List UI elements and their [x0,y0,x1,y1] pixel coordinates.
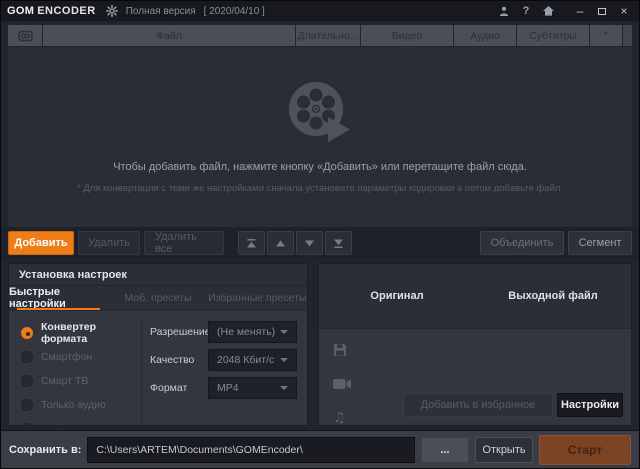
home-icon[interactable] [539,3,557,19]
radio-format-converter[interactable]: Конвертер формата [21,321,141,345]
version-label: Полная версия [126,6,196,17]
settings-tabs: Быстрые настройки Моб. пресеты Избранные… [9,286,307,311]
resolution-label: Разрешение [150,326,208,338]
user-icon[interactable] [495,3,513,19]
chevron-down-icon [280,386,288,390]
music-note-icon: ♫ [333,411,351,425]
app-logo: GOM [7,5,34,17]
move-down-icon[interactable] [296,231,323,255]
format-dropdown[interactable]: MP4 [208,377,297,399]
preview-panel: Оригинал Выходной файл [318,263,632,426]
column-header-audio[interactable]: Аудио [454,25,516,46]
format-label: Формат [150,382,208,394]
move-bottom-icon[interactable] [325,231,352,255]
help-icon[interactable]: ? [517,3,535,19]
titlebar: GOM ENCODER Полная версия [ 2020/04/10 ]… [1,1,639,21]
save-path-input[interactable] [87,437,415,463]
maximize-icon[interactable] [593,3,611,19]
minimize-icon[interactable]: – [571,3,589,19]
merge-button[interactable]: Объединить [480,231,564,255]
radio-smartphone[interactable]: Смартфон [21,345,141,369]
remove-all-button[interactable]: Удалить все [144,231,224,255]
preset-radio-group: Конвертер формата Смартфон Смарт ТВ Толь… [9,311,141,426]
add-button[interactable]: Добавить [8,231,74,255]
list-header-corner [623,25,632,46]
column-header-file[interactable]: Файл [43,25,295,46]
radio-selected-icon [21,327,33,339]
tab-favorite-presets[interactable]: Избранные пресеты [208,286,307,310]
select-all-icon[interactable] [8,25,42,46]
drop-hint-note: * Для конвертации с теми же настройками … [77,183,563,194]
settings-button[interactable]: Настройки [557,393,623,417]
app-logo-rest: ENCODER [37,5,96,17]
browse-button[interactable]: ... [421,437,469,463]
column-header-video[interactable]: Видео [361,25,453,46]
build-date: [ 2020/04/10 ] [204,6,265,17]
file-toolbar: Добавить Удалить Удалить все Объединить … [1,227,639,259]
gom-encoder-window: GOM ENCODER Полная версия [ 2020/04/10 ]… [0,0,640,469]
radio-icon [21,375,33,387]
quality-dropdown[interactable]: 2048 Кбит/с [208,349,297,371]
radio-smart-tv[interactable]: Смарт ТВ [21,369,141,393]
save-to-label: Сохранить в: [9,444,81,456]
radio-icon [21,351,33,363]
film-reel-icon [286,80,354,147]
column-header-star[interactable]: * [590,25,622,46]
tab-mobile-presets[interactable]: Моб. пресеты [108,286,207,310]
column-header-subtitles[interactable]: Субтитры [517,25,589,46]
close-icon[interactable]: × [615,3,633,19]
radio-web-video[interactable]: Веб видео [21,417,141,426]
radio-icon [21,423,33,426]
file-drop-area[interactable]: Чтобы добавить файл, нажмите кнопку «Доб… [8,47,632,227]
tab-quick-settings[interactable]: Быстрые настройки [9,286,108,310]
resolution-dropdown[interactable]: (Не менять) [208,321,297,343]
save-bar: Сохранить в: ... Открыть Старт [1,430,639,468]
video-camera-icon [333,377,351,391]
drop-hint-main: Чтобы добавить файл, нажмите кнопку «Доб… [113,161,527,173]
chevron-down-icon [280,358,288,362]
original-column-title: Оригинал [319,290,475,302]
add-favorite-button[interactable]: Добавить в избранное [403,393,553,417]
move-top-icon[interactable] [238,231,265,255]
settings-panel-title: Установка настроек [9,269,127,281]
column-header-duration[interactable]: Длительно... [296,25,360,46]
start-button[interactable]: Старт [539,435,631,465]
file-list-header: Файл Длительно... Видео Аудио Субтитры * [8,25,632,46]
gear-icon[interactable] [106,5,118,17]
file-info-icon [333,343,351,357]
output-column-title: Выходной файл [475,290,631,302]
quality-label: Качество [150,354,208,366]
panels-area: Установка настроек Быстрые настройки Моб… [1,259,639,426]
chevron-down-icon [280,330,288,334]
move-up-icon[interactable] [267,231,294,255]
remove-button[interactable]: Удалить [78,231,140,255]
settings-panel: Установка настроек Быстрые настройки Моб… [8,263,308,426]
radio-icon [21,399,33,411]
radio-audio-only[interactable]: Только аудио [21,393,141,417]
encode-options: Разрешение (Не менять) Качество 2048 Кби… [142,311,307,426]
segment-button[interactable]: Сегмент [568,231,632,255]
open-button[interactable]: Открыть [475,437,533,463]
